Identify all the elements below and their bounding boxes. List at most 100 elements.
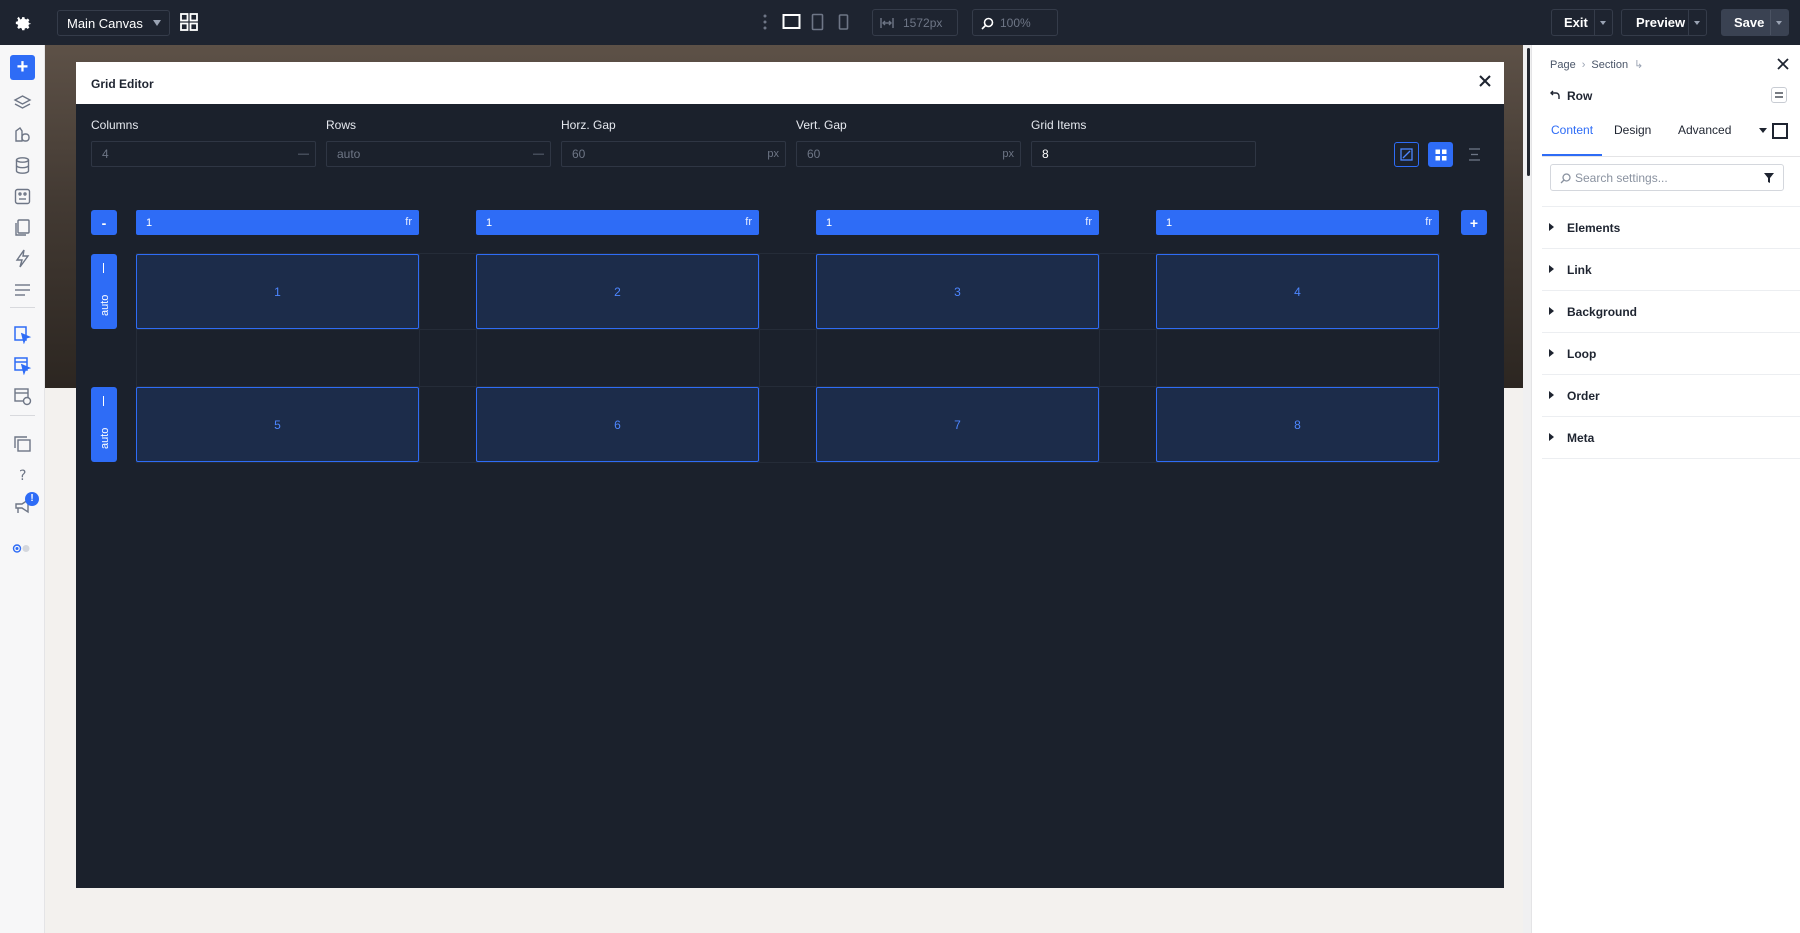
vert-gap-value: 60 bbox=[807, 147, 821, 161]
settings-panel: Page › Section ↳ Row Content Design Adva… bbox=[1531, 45, 1800, 933]
columns-input[interactable]: 4 — bbox=[91, 141, 316, 167]
section-label: Elements bbox=[1567, 221, 1621, 235]
zoom-input[interactable]: 100% bbox=[972, 9, 1058, 36]
windows-icon[interactable] bbox=[13, 435, 32, 454]
layout-clock-icon[interactable] bbox=[13, 387, 32, 406]
components-icon[interactable] bbox=[13, 187, 32, 206]
settings-gear-icon[interactable] bbox=[12, 12, 33, 33]
section-order[interactable]: Order bbox=[1542, 375, 1800, 417]
exit-label: Exit bbox=[1564, 15, 1588, 30]
grid-guide-line bbox=[136, 329, 1439, 330]
column-size-value: 1 bbox=[826, 216, 833, 229]
grid-cell[interactable]: 4 bbox=[1156, 254, 1439, 329]
grid-cell[interactable]: 3 bbox=[816, 254, 1099, 329]
align-view-button[interactable] bbox=[1462, 142, 1487, 167]
section-meta[interactable]: Meta bbox=[1542, 417, 1800, 459]
section-label: Background bbox=[1567, 305, 1638, 319]
canvas-width-input[interactable]: 1572px bbox=[872, 9, 958, 36]
column-size-input[interactable]: 1 fr bbox=[136, 210, 419, 235]
page-cursor-icon[interactable] bbox=[13, 325, 32, 344]
grid-items-input[interactable]: 8 bbox=[1031, 141, 1256, 167]
section-link[interactable]: Link bbox=[1542, 249, 1800, 291]
zoom-value: 100% bbox=[1000, 15, 1031, 30]
more-vertical-icon[interactable] bbox=[762, 13, 768, 31]
save-button[interactable]: Save bbox=[1721, 9, 1789, 36]
column-size-value: 1 bbox=[146, 216, 153, 229]
close-icon[interactable] bbox=[1776, 57, 1790, 71]
grid-editor-header: Grid Editor bbox=[76, 62, 1504, 104]
grid-cell[interactable]: 2 bbox=[476, 254, 759, 329]
grid-cell[interactable]: 5 bbox=[136, 387, 419, 462]
rail-divider bbox=[10, 307, 35, 308]
styles-icon[interactable] bbox=[13, 125, 32, 144]
interactions-lightning-icon[interactable] bbox=[13, 249, 32, 268]
canvas-scrollbar[interactable] bbox=[1523, 45, 1531, 933]
column-size-input[interactable]: 1 fr bbox=[1156, 210, 1439, 235]
grid-items-view-button[interactable] bbox=[1428, 142, 1453, 167]
breadcrumb-item[interactable]: Page bbox=[1550, 59, 1576, 71]
vert-gap-unit: px bbox=[1002, 148, 1014, 160]
grid-layout-icon[interactable] bbox=[180, 13, 198, 31]
columns-suffix: — bbox=[298, 148, 309, 160]
save-label: Save bbox=[1734, 15, 1765, 30]
exit-dropdown-icon[interactable] bbox=[1594, 10, 1612, 35]
grid-guide-line bbox=[419, 253, 420, 463]
section-elements[interactable]: Elements bbox=[1542, 207, 1800, 249]
tab-advanced[interactable]: Advanced bbox=[1678, 123, 1731, 149]
grid-cell[interactable]: 1 bbox=[136, 254, 419, 329]
add-column-button[interactable]: + bbox=[1461, 210, 1487, 235]
back-arrow-icon[interactable] bbox=[1550, 90, 1560, 100]
save-dropdown-icon[interactable] bbox=[1770, 10, 1788, 35]
row-size-handle[interactable]: auto bbox=[91, 254, 117, 329]
element-options-button[interactable] bbox=[1771, 87, 1787, 103]
close-icon[interactable] bbox=[1477, 73, 1493, 89]
grid-editor-body: Columns 4 — Rows auto — Horz. Gap 60 px … bbox=[76, 104, 1504, 888]
row-size-handle[interactable]: auto bbox=[91, 387, 117, 462]
horz-gap-input[interactable]: 60 px bbox=[561, 141, 786, 167]
theme-toggle-icon[interactable] bbox=[11, 539, 33, 558]
database-icon[interactable] bbox=[13, 156, 32, 175]
tabs-dropdown-icon[interactable] bbox=[1759, 128, 1767, 133]
rows-input[interactable]: auto — bbox=[326, 141, 551, 167]
tab-design[interactable]: Design bbox=[1614, 123, 1651, 149]
horz-gap-unit: px bbox=[767, 148, 779, 160]
tablet-view-icon[interactable] bbox=[811, 13, 824, 31]
grid-cell[interactable]: 6 bbox=[476, 387, 759, 462]
remove-column-button[interactable]: - bbox=[91, 210, 117, 235]
pages-icon[interactable] bbox=[13, 218, 32, 237]
row-size-label: auto bbox=[99, 294, 111, 316]
filter-icon[interactable] bbox=[1763, 172, 1775, 184]
grid-edit-view-button[interactable] bbox=[1394, 142, 1419, 167]
preview-button[interactable]: Preview bbox=[1621, 9, 1707, 36]
svg-text:?: ? bbox=[19, 468, 26, 484]
tab-content[interactable]: Content bbox=[1542, 123, 1603, 156]
search-placeholder: Search settings... bbox=[1575, 170, 1668, 185]
section-loop[interactable]: Loop bbox=[1542, 333, 1800, 375]
column-size-input[interactable]: 1 fr bbox=[476, 210, 759, 235]
state-square-icon[interactable] bbox=[1772, 123, 1788, 139]
settings-search-input[interactable]: Search settings... bbox=[1550, 164, 1784, 191]
grid-cell[interactable]: 7 bbox=[816, 387, 1099, 462]
canvas-scroll-thumb[interactable] bbox=[1527, 48, 1530, 176]
grid-cell[interactable]: 8 bbox=[1156, 387, 1439, 462]
section-background[interactable]: Background bbox=[1542, 291, 1800, 333]
grid-guide-line bbox=[1439, 253, 1440, 463]
column-size-input[interactable]: 1 fr bbox=[816, 210, 1099, 235]
rows-label: Rows bbox=[326, 118, 357, 132]
exit-button[interactable]: Exit bbox=[1551, 9, 1613, 36]
vert-gap-input[interactable]: 60 px bbox=[796, 141, 1021, 167]
mobile-view-icon[interactable] bbox=[838, 13, 849, 31]
help-question-icon[interactable]: ? bbox=[13, 465, 32, 484]
template-cursor-icon[interactable] bbox=[13, 356, 32, 375]
layers-icon[interactable] bbox=[13, 94, 32, 113]
caret-right-icon bbox=[1549, 223, 1554, 231]
breadcrumb-item[interactable]: Section bbox=[1591, 59, 1628, 71]
desktop-view-icon[interactable] bbox=[782, 13, 801, 31]
preview-dropdown-icon[interactable] bbox=[1688, 10, 1706, 35]
notification-badge: ! bbox=[25, 492, 39, 506]
settings-sliders-icon[interactable] bbox=[13, 280, 32, 299]
canvas-selector[interactable]: Main Canvas bbox=[57, 10, 170, 36]
edit-grid-icon bbox=[1400, 148, 1413, 161]
add-element-button[interactable]: + bbox=[10, 55, 35, 80]
return-arrow-icon: ↳ bbox=[1634, 59, 1644, 71]
